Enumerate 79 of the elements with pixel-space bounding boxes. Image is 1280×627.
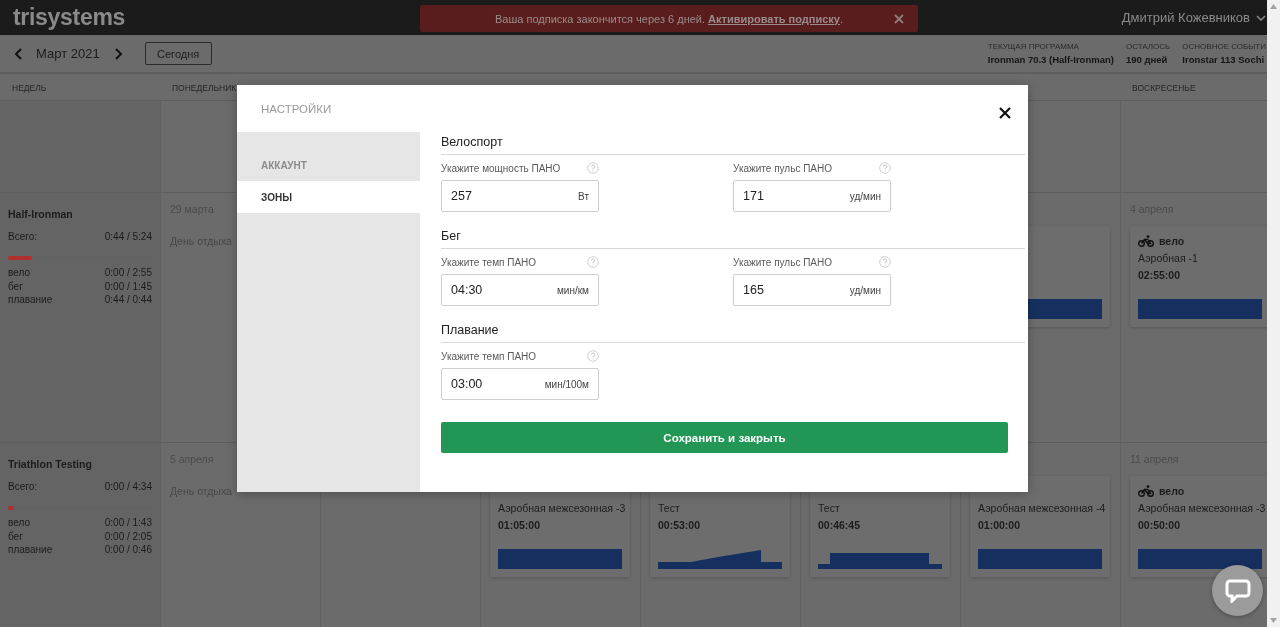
bicycle-icon — [1138, 235, 1154, 247]
workout-duration: 00:50:00 — [1138, 519, 1182, 531]
info-value: Ironman 70.3 (Half-Ironman) — [987, 54, 1114, 65]
field-label: Укажите пульс ПАНО — [733, 162, 833, 174]
workout-name: Тест — [658, 502, 681, 514]
sport-value: 0:44 / 0:44 — [104, 293, 152, 307]
input-field[interactable]: 257 Вт — [441, 180, 599, 212]
total-label: Всего: — [8, 231, 37, 242]
scroll-down-icon[interactable] — [1270, 618, 1277, 623]
workout-duration: 00:46:45 — [818, 519, 862, 531]
bicycle-icon — [1138, 485, 1154, 497]
sport-name: плавание — [8, 543, 53, 557]
input-field[interactable]: 04:30 мин/км — [441, 274, 599, 306]
sport-name: вело — [8, 266, 30, 280]
column-header: ВОСКРЕСЕНЬЕ — [1132, 83, 1196, 93]
workout-name: Тест — [818, 502, 841, 514]
info-value: 190 дней — [1125, 54, 1169, 65]
week-title: Triathlon Testing — [8, 458, 93, 470]
workout-card[interactable]: вело Аэробная межсезонная -3 00:50:00 — [1130, 476, 1270, 577]
dialog-title: НАСТРОЙКИ — [261, 102, 332, 115]
banner-message: Ваша подписка закончится через 6 дней. Активировать подписку. — [495, 12, 843, 25]
input-field[interactable]: 165 уд/мин — [733, 274, 891, 306]
sport-label: вело — [1159, 485, 1185, 497]
workout-duration: 01:00:00 — [978, 519, 1022, 531]
total-value: 0:00 / 4:34 — [104, 481, 152, 492]
workout-card[interactable]: вело Аэробная -1 02:55:00 — [1130, 226, 1270, 327]
sport-value: 0:00 / 0:46 — [104, 543, 152, 557]
field-label: Укажите темп ПАНО — [441, 256, 537, 268]
column-header: НЕДЕЛЬ — [12, 83, 47, 93]
scrollbar[interactable] — [1267, 0, 1280, 627]
sport-name: плавание — [8, 293, 53, 307]
workout-duration: 00:53:00 — [658, 519, 702, 531]
settings-tab[interactable]: АККАУНТ — [237, 149, 420, 181]
help-icon[interactable] — [879, 256, 891, 268]
total-label: Всего: — [8, 481, 37, 492]
input-field[interactable]: 03:00 мин/100м — [441, 368, 599, 400]
previous-icon[interactable] — [14, 47, 22, 60]
column-header: ПОНЕДЕЛЬНИК — [172, 83, 237, 93]
today-button[interactable]: Сегодня — [144, 42, 212, 65]
sport-name: вело — [8, 516, 30, 530]
week-title: Half-Ironman — [8, 208, 74, 220]
help-icon[interactable] — [587, 350, 599, 362]
workout-card[interactable]: Аэробная межсезонная -4 01:00:00 — [970, 476, 1110, 577]
workout-name: Аэробная -1 — [1138, 252, 1199, 264]
sport-value: 0:00 / 1:43 — [104, 516, 152, 530]
settings-tab[interactable]: ЗОНЫ — [237, 181, 420, 213]
sport-value: 0:00 / 1:45 — [104, 279, 152, 293]
close-icon[interactable] — [999, 107, 1011, 119]
input-field[interactable]: 171 уд/мин — [733, 180, 891, 212]
sport-label: вело — [1159, 235, 1185, 247]
help-icon[interactable] — [587, 162, 599, 174]
info-label: ТЕКУЩАЯ ПРОГРАММА — [987, 42, 1080, 51]
month-label: Март 2021 — [36, 46, 100, 61]
field-label: Укажите пульс ПАНО — [733, 256, 833, 268]
info-value: Ironstar 113 Sochi — [1182, 54, 1266, 65]
logo[interactable]: trisystems — [13, 4, 126, 31]
workout-duration: 01:05:00 — [498, 519, 542, 531]
sport-name: бег — [8, 529, 23, 543]
help-icon[interactable] — [587, 256, 599, 268]
workout-duration: 02:55:00 — [1138, 269, 1182, 281]
section-title: Бег — [441, 228, 462, 245]
field-label: Укажите мощность ПАНО — [441, 162, 561, 174]
activate-link[interactable]: Активировать подписку — [708, 12, 840, 25]
info-label: ОСТАЛОСЬ — [1125, 42, 1171, 51]
chat-button[interactable] — [1212, 565, 1263, 616]
chevron-down-icon[interactable] — [1256, 14, 1266, 21]
section-title: Велоспорт — [441, 134, 504, 151]
next-icon[interactable] — [114, 47, 123, 60]
sport-value: 0:00 / 2:55 — [104, 266, 152, 280]
total-value: 0:44 / 5:24 — [104, 231, 152, 242]
section-title: Плавание — [441, 322, 500, 339]
sport-name: бег — [8, 279, 23, 293]
scroll-up-icon[interactable] — [1270, 4, 1277, 9]
save-button[interactable]: Сохранить и закрыть — [441, 422, 1008, 453]
user-name[interactable]: Дмитрий Кожевников — [1121, 10, 1250, 25]
sport-value: 0:00 / 2:05 — [104, 529, 152, 543]
help-icon[interactable] — [879, 162, 891, 174]
chat-icon — [1224, 578, 1251, 603]
field-label: Укажите темп ПАНО — [441, 350, 537, 362]
